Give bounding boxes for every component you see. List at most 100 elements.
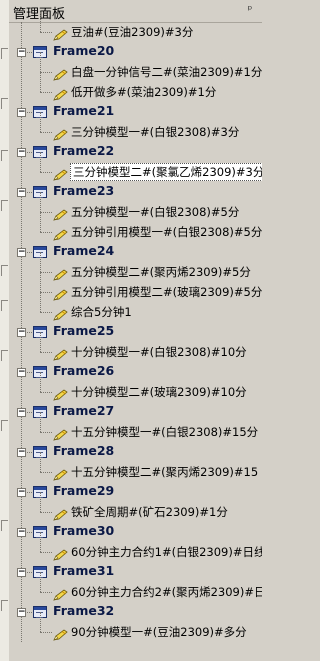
panel-titlebar: 管理面板 ᵖ bbox=[9, 0, 262, 23]
tree-connector-line bbox=[40, 12, 41, 32]
tree-connector-line bbox=[40, 392, 52, 393]
pencil-icon bbox=[53, 226, 68, 241]
tree-connector-line bbox=[40, 32, 52, 33]
collapse-toggle-icon[interactable]: − bbox=[17, 248, 26, 257]
tree-strategy-item[interactable]: 十分钟模型一#(白银2308)#10分 bbox=[9, 332, 262, 362]
tree-connector-line bbox=[40, 532, 41, 552]
collapse-toggle-icon[interactable]: − bbox=[17, 148, 26, 157]
collapse-toggle-icon[interactable]: − bbox=[17, 488, 26, 497]
frame-label: Frame21 bbox=[53, 103, 115, 118]
tree-strategy-item[interactable]: 五分钟引用模型二#(玻璃2309)#5分 bbox=[9, 272, 262, 302]
tree-strategy-item[interactable]: 低开做多#(菜油2309)#1分 bbox=[9, 72, 262, 102]
tree-strategy-item[interactable]: 90分钟模型一#(豆油2309)#多分 bbox=[9, 612, 262, 642]
tree-connector-line bbox=[40, 212, 52, 213]
tree-frame-node[interactable]: − Frame32 bbox=[9, 602, 262, 622]
tree-connector-line bbox=[40, 152, 41, 172]
collapse-toggle-icon[interactable]: − bbox=[17, 408, 26, 417]
tree-frame-node[interactable]: − Frame31 bbox=[9, 562, 262, 582]
frame-label: Frame31 bbox=[53, 563, 115, 578]
pencil-icon bbox=[53, 506, 68, 521]
tree-strategy-item[interactable]: 豆油#(豆油2309)#3分 bbox=[9, 12, 262, 42]
tree-strategy-item[interactable]: 三分钟模型二#(聚氯乙烯2309)#3分 bbox=[9, 152, 262, 182]
tree-connector-line bbox=[40, 52, 41, 72]
collapse-toggle-icon[interactable]: − bbox=[17, 568, 26, 577]
collapse-toggle-icon[interactable]: − bbox=[17, 188, 26, 197]
strip-divider-mark bbox=[1, 150, 8, 161]
frame-label: Frame30 bbox=[53, 523, 115, 538]
collapse-toggle-icon[interactable]: − bbox=[17, 368, 26, 377]
tree-strategy-item[interactable]: 60分钟主力合约2#(聚丙烯2309)#日 bbox=[9, 572, 262, 602]
strip-divider-mark bbox=[1, 98, 8, 109]
pencil-icon bbox=[53, 26, 68, 41]
tree-frame-node[interactable]: − Frame20 bbox=[9, 42, 262, 62]
strip-divider-mark bbox=[1, 350, 8, 361]
strip-divider-mark bbox=[1, 520, 8, 531]
tree-frame-node[interactable]: − Frame25 bbox=[9, 322, 262, 342]
tree-frame-node[interactable]: − Frame26 bbox=[9, 362, 262, 382]
tree-strategy-item[interactable]: 五分钟模型一#(白银2308)#5分 bbox=[9, 192, 262, 222]
frame-label: Frame26 bbox=[53, 363, 115, 378]
strategy-label: 90分钟模型一#(豆油2309)#多分 bbox=[71, 625, 247, 639]
tree-strategy-item[interactable]: 三分钟模型一#(白银2308)#3分 bbox=[9, 112, 262, 142]
tree-connector-line bbox=[40, 412, 41, 432]
strip-divider-mark bbox=[1, 600, 8, 611]
tree-connector-line bbox=[40, 332, 41, 352]
frame-label: Frame27 bbox=[53, 403, 115, 418]
tree-strategy-item[interactable]: 白盘一分钟信号二#(菜油2309)#1分 bbox=[9, 52, 262, 82]
frame-label: Frame20 bbox=[53, 43, 115, 58]
collapse-toggle-icon[interactable]: − bbox=[17, 328, 26, 337]
collapse-toggle-icon[interactable]: − bbox=[17, 528, 26, 537]
tree-strategy-item[interactable]: 60分钟主力合约1#(白银2309)#日线 bbox=[9, 532, 262, 562]
tree-strategy-item[interactable]: 铁矿全周期#(矿石2309)#1分 bbox=[9, 492, 262, 522]
tree-connector-line bbox=[40, 272, 52, 273]
collapse-toggle-icon[interactable]: − bbox=[17, 608, 26, 617]
frame-label: Frame24 bbox=[53, 243, 115, 258]
collapse-toggle-icon[interactable]: − bbox=[17, 108, 26, 117]
tree-strategy-item[interactable]: 五分钟模型二#(聚丙烯2309)#5分 bbox=[9, 252, 262, 282]
tree-strategy-item[interactable]: 五分钟引用模型一#(白银2308)#5分 bbox=[9, 212, 262, 242]
pencil-icon bbox=[53, 206, 68, 221]
pin-icon[interactable]: ᵖ bbox=[244, 4, 256, 16]
tree-frame-node[interactable]: − Frame30 bbox=[9, 522, 262, 542]
strategy-label: 低开做多#(菜油2309)#1分 bbox=[71, 85, 217, 99]
panel-title: 管理面板 bbox=[13, 7, 66, 22]
tree-frame-node[interactable]: − Frame22 bbox=[9, 142, 262, 162]
tree-strategy-item[interactable]: 十五分钟模型二#(聚丙烯2309)#15 bbox=[9, 452, 262, 482]
tree-connector-line bbox=[40, 552, 52, 553]
strategy-label: 十分钟模型二#(玻璃2309)#10分 bbox=[71, 385, 247, 399]
pencil-icon bbox=[53, 266, 68, 281]
tree-strategy-item[interactable]: 十分钟模型二#(玻璃2309)#10分 bbox=[9, 372, 262, 402]
tree-strategy-item[interactable]: 综合5分钟1 bbox=[9, 292, 262, 322]
tree-frame-node[interactable]: − Frame23 bbox=[9, 182, 262, 202]
tree-connector-line bbox=[40, 272, 41, 292]
tree-frame-node[interactable]: − Frame28 bbox=[9, 442, 262, 462]
strip-divider-mark bbox=[1, 300, 8, 311]
pencil-icon bbox=[53, 426, 68, 441]
tree-frame-node[interactable]: − Frame21 bbox=[9, 102, 262, 122]
frame-label: Frame29 bbox=[53, 483, 115, 498]
tree-connector-line bbox=[40, 132, 52, 133]
strategy-label: 十五分钟模型一#(白银2308)#15分 bbox=[71, 425, 259, 439]
tree-frame-node[interactable]: − Frame27 bbox=[9, 402, 262, 422]
strip-divider-mark bbox=[1, 265, 8, 276]
tree-connector-line bbox=[40, 72, 41, 92]
tree-frame-node[interactable]: − Frame29 bbox=[9, 482, 262, 502]
pencil-icon bbox=[53, 586, 68, 601]
strategy-label: 五分钟模型一#(白银2308)#5分 bbox=[71, 205, 240, 219]
strategy-label: 豆油#(豆油2309)#3分 bbox=[71, 25, 194, 39]
pencil-icon bbox=[53, 346, 68, 361]
collapse-toggle-icon[interactable]: − bbox=[17, 448, 26, 457]
frame-label: Frame23 bbox=[53, 183, 115, 198]
strategy-label: 三分钟模型一#(白银2308)#3分 bbox=[71, 125, 240, 139]
tree-strategy-item[interactable]: 十五分钟模型一#(白银2308)#15分 bbox=[9, 412, 262, 442]
tree-connector-line bbox=[40, 512, 52, 513]
collapse-toggle-icon[interactable]: − bbox=[17, 48, 26, 57]
tree-connector-line bbox=[40, 252, 41, 272]
tree-connector-line bbox=[40, 292, 52, 293]
pencil-icon bbox=[53, 386, 68, 401]
tree-frame-node[interactable]: − Frame24 bbox=[9, 242, 262, 262]
frame-label: Frame22 bbox=[53, 143, 115, 158]
strategy-label: 综合5分钟1 bbox=[71, 305, 132, 319]
strategy-label: 三分钟模型二#(聚氯乙烯2309)#3分 bbox=[70, 163, 262, 181]
tree-connector-line bbox=[40, 232, 52, 233]
